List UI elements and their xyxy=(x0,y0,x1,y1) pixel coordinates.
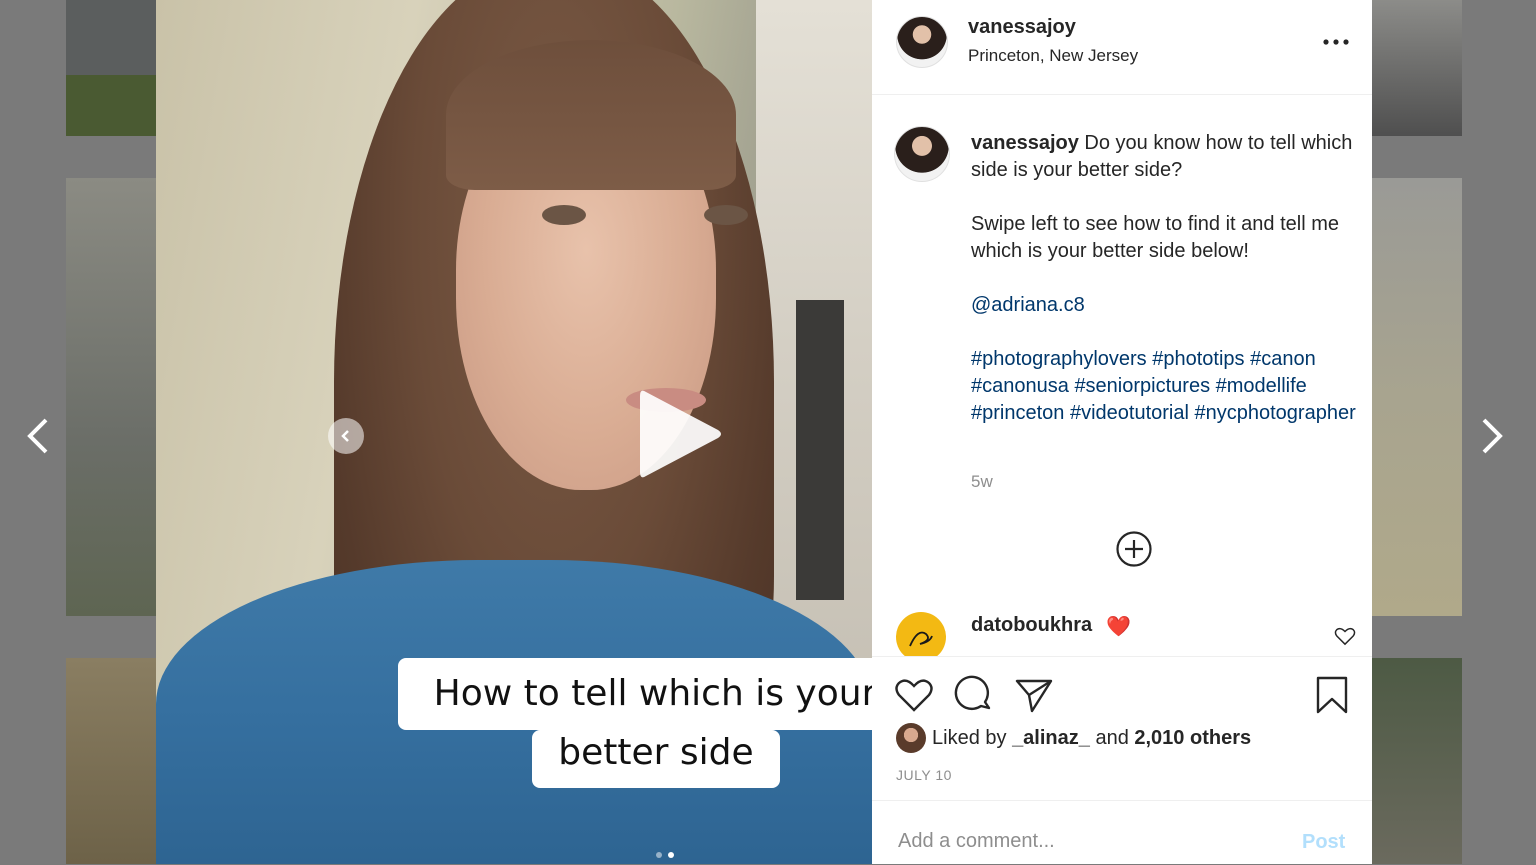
hashtag-link[interactable]: #modellife xyxy=(1216,375,1307,397)
carousel-indicator xyxy=(656,852,674,858)
chevron-left-icon xyxy=(27,418,48,454)
hashtag-link[interactable]: #canonusa xyxy=(971,375,1069,397)
post-time-ago[interactable]: 5w xyxy=(971,472,993,492)
likes-summary: Liked by _alinaz_ and 2,010 others xyxy=(932,727,1251,750)
more-icon[interactable] xyxy=(1320,30,1352,54)
comment-list: datoboukhra ❤️ xyxy=(872,596,1372,656)
post-header: vanessajoy Princeton, New Jersey xyxy=(872,0,1372,95)
signature-logo-icon xyxy=(909,631,933,647)
video-subject-eye xyxy=(704,205,748,225)
hashtag-list: #photographylovers #phototips #canon #ca… xyxy=(971,346,1356,427)
avatar[interactable] xyxy=(896,612,946,656)
chevron-left-icon xyxy=(341,430,349,442)
hashtag-link[interactable]: #videotutorial xyxy=(1070,402,1189,424)
video-caption-line: How to tell which is your xyxy=(398,658,872,730)
post-actions: Liked by _alinaz_ and 2,010 others JULY … xyxy=(872,656,1372,801)
post-location[interactable]: Princeton, New Jersey xyxy=(968,46,1138,66)
likes-middle: and xyxy=(1089,727,1135,749)
carousel-dot-active xyxy=(668,852,674,858)
chevron-right-icon xyxy=(1482,418,1503,454)
background-door xyxy=(796,300,844,600)
comment-input[interactable] xyxy=(896,829,1280,854)
video-subject-eye xyxy=(542,205,586,225)
mention-link[interactable]: @adriana.c8 xyxy=(971,294,1085,316)
hashtag-link[interactable]: #nycphotographer xyxy=(1195,402,1356,424)
avatar[interactable] xyxy=(896,723,926,753)
carousel-prev-button[interactable] xyxy=(328,418,364,454)
likes-prefix: Liked by xyxy=(932,727,1013,749)
play-icon[interactable] xyxy=(626,384,726,484)
hashtag-link[interactable]: #phototips xyxy=(1152,348,1244,370)
background-tile xyxy=(66,658,156,864)
carousel-dot xyxy=(656,852,662,858)
post-details-panel: vanessajoy Princeton, New Jersey vanessa… xyxy=(872,0,1372,864)
bookmark-icon[interactable] xyxy=(1312,675,1352,715)
hashtag-link[interactable]: #princeton xyxy=(971,402,1064,424)
next-post-button[interactable] xyxy=(1472,414,1512,458)
heart-icon[interactable] xyxy=(1334,626,1356,646)
comment-form: Post xyxy=(872,800,1372,865)
caption-username[interactable]: vanessajoy xyxy=(971,132,1079,154)
background-tile xyxy=(66,0,156,136)
hashtag-link[interactable]: #photographylovers xyxy=(971,348,1147,370)
heart-icon[interactable] xyxy=(894,675,934,715)
post-date[interactable]: JULY 10 xyxy=(896,767,952,783)
hashtag-link[interactable]: #seniorpictures xyxy=(1074,375,1210,397)
caption-text: Swipe left to see how to find it and tel… xyxy=(971,213,1339,262)
hashtag-link[interactable]: #canon xyxy=(1250,348,1316,370)
comment-icon[interactable] xyxy=(954,675,994,715)
post-comment-button[interactable]: Post xyxy=(1302,831,1345,854)
post-media[interactable]: How to tell which is your better side xyxy=(156,0,872,864)
avatar[interactable] xyxy=(896,16,948,68)
comment-username[interactable]: datoboukhra xyxy=(971,614,1092,637)
author-username[interactable]: vanessajoy xyxy=(968,16,1076,39)
background-tile xyxy=(66,178,156,616)
background-tile xyxy=(1372,0,1462,136)
background-tile xyxy=(1372,658,1462,864)
share-icon[interactable] xyxy=(1014,675,1054,715)
background-tile xyxy=(1372,178,1462,616)
avatar[interactable] xyxy=(894,126,950,182)
likes-count[interactable]: 2,010 others xyxy=(1134,727,1251,749)
liked-by-username[interactable]: _alinaz_ xyxy=(1012,727,1090,749)
plus-circle-icon[interactable] xyxy=(1115,530,1153,568)
comment-text: ❤️ xyxy=(1106,616,1131,638)
video-subject-bangs xyxy=(446,40,736,190)
previous-post-button[interactable] xyxy=(18,414,58,458)
post-caption: vanessajoy Do you know how to tell which… xyxy=(971,130,1356,427)
video-caption-line: better side xyxy=(532,730,780,788)
